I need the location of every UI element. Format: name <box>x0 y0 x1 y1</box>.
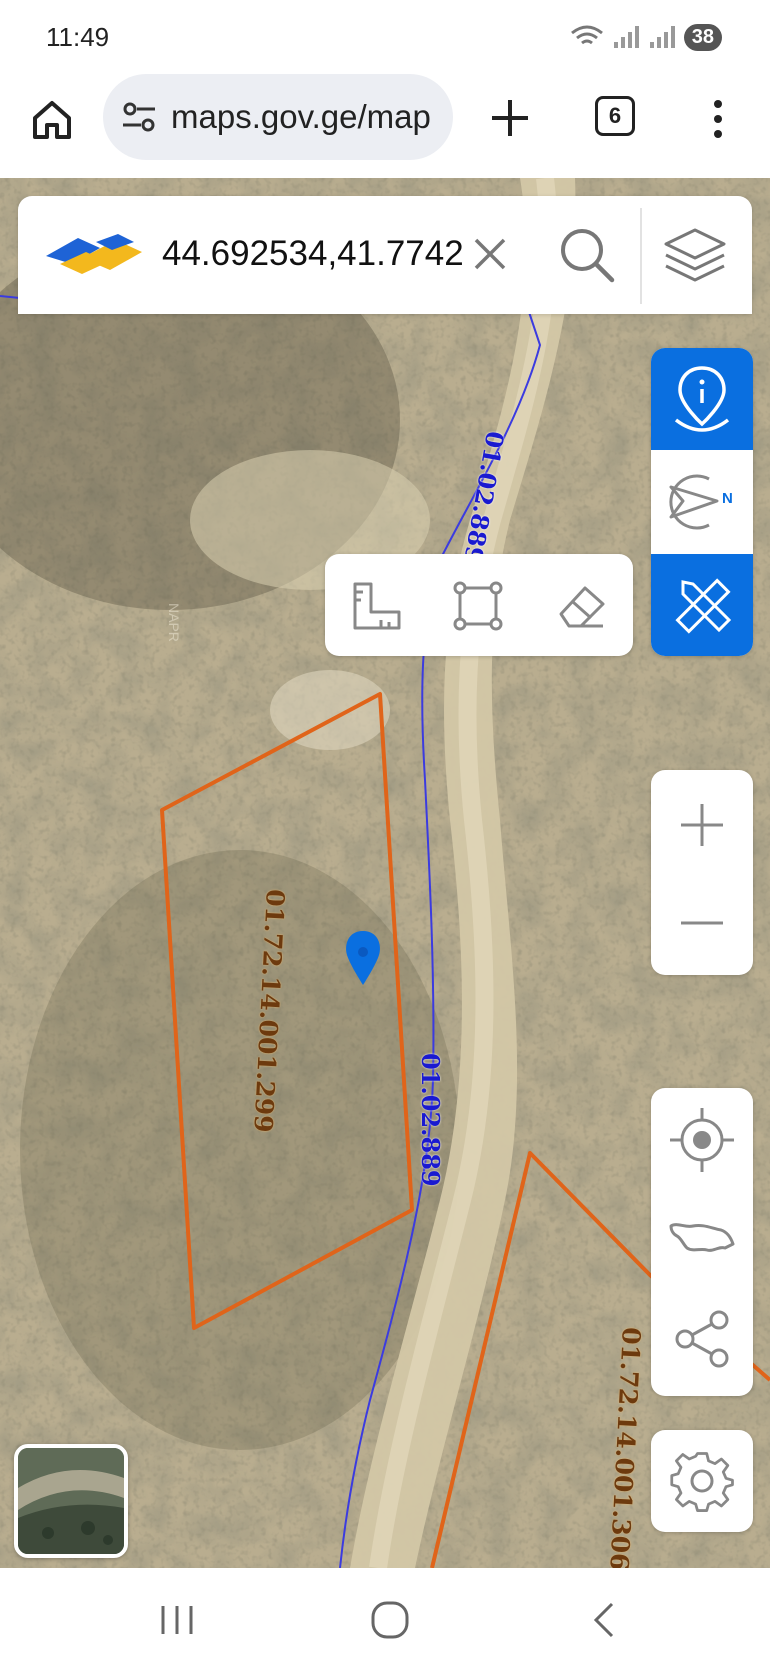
status-time: 11:49 <box>46 22 110 52</box>
divider <box>640 208 642 304</box>
navigation-panel <box>651 1088 753 1396</box>
ruler-icon[interactable] <box>351 580 403 632</box>
compass-north-icon: N <box>669 474 733 530</box>
system-navigation-bar <box>0 1568 770 1669</box>
signal-2-icon <box>649 26 675 48</box>
signal-icon <box>613 26 639 48</box>
draw-tools-button[interactable] <box>651 554 753 656</box>
gear-icon <box>670 1452 734 1512</box>
zoom-control <box>651 770 753 975</box>
search-input[interactable]: 44.692534,41.7742 <box>162 234 472 274</box>
settings-button[interactable] <box>651 1430 753 1532</box>
new-tab-icon[interactable] <box>488 96 532 140</box>
back-icon[interactable] <box>582 1598 626 1642</box>
status-bar: 11:49 38 <box>0 0 770 72</box>
info-button[interactable] <box>651 348 753 450</box>
svg-text:N: N <box>722 490 733 507</box>
battery-badge: 38 <box>683 23 722 51</box>
wifi-icon <box>570 25 603 45</box>
map-tools-panel: N <box>651 348 753 656</box>
direction-button[interactable]: N <box>651 451 753 553</box>
home-icon[interactable] <box>30 98 74 142</box>
map-faint-label: NAPR <box>166 603 182 642</box>
home-nav-icon[interactable] <box>368 1598 412 1642</box>
tab-switcher-button[interactable]: 6 <box>595 96 635 136</box>
layers-icon[interactable] <box>662 226 728 286</box>
url-text[interactable]: maps.gov.ge/map <box>171 98 441 136</box>
zoom-in-icon[interactable] <box>677 800 727 850</box>
polygon-icon[interactable] <box>452 580 504 632</box>
close-icon[interactable] <box>470 234 510 274</box>
napr-logo <box>46 234 142 274</box>
search-card: 44.692534,41.7742 <box>18 196 752 314</box>
search-icon[interactable] <box>558 226 616 284</box>
georgia-outline-icon[interactable] <box>667 1212 737 1262</box>
pencil-ruler-icon <box>675 578 732 634</box>
info-location-icon <box>674 366 730 432</box>
zoom-out-icon[interactable] <box>677 898 727 948</box>
eraser-icon[interactable] <box>555 580 607 632</box>
road-label-lower: 01.02.889 <box>416 1053 445 1187</box>
tune-icon[interactable] <box>121 101 157 133</box>
browser-toolbar: maps.gov.ge/map 6 <box>0 72 770 179</box>
my-location-icon[interactable] <box>668 1106 736 1174</box>
kebab-icon[interactable] <box>705 98 731 140</box>
share-icon[interactable] <box>671 1308 733 1370</box>
draw-tools-popup <box>325 554 633 656</box>
basemap-switcher[interactable] <box>14 1444 128 1558</box>
address-bar[interactable]: maps.gov.ge/map <box>103 74 453 160</box>
basemap-thumbnail <box>18 1448 124 1554</box>
recent-apps-icon[interactable] <box>155 1598 199 1642</box>
